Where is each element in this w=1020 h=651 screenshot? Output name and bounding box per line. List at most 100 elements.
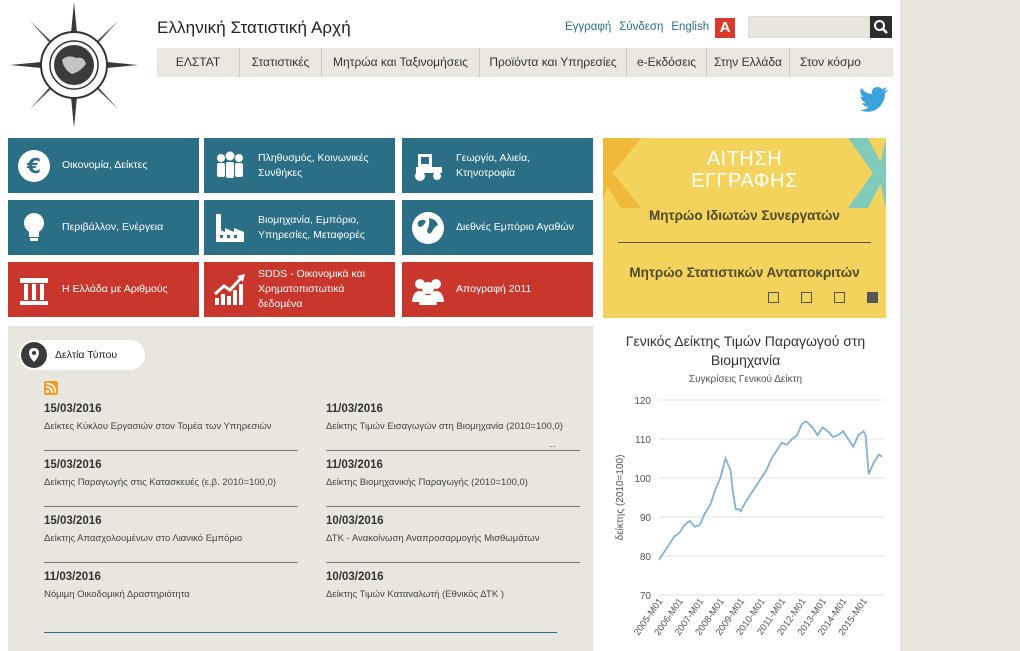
tile-greece-numbers[interactable]: Η Ελλάδα με Αριθμούς [8, 262, 199, 317]
news-title[interactable]: Δείκτης Τιμών Καταναλωτή (Εθνικός ΔΤΚ ) [326, 588, 580, 601]
top-links: Εγγραφή Σύνδεση English [565, 21, 709, 33]
news-title[interactable]: Νόμιμη Οικοδομική Δραστηριότητα [44, 588, 298, 601]
group-icon [408, 270, 448, 310]
news-item[interactable]: 11/03/2016 Δείκτης Βιομηχανικής Παραγωγή… [326, 459, 580, 507]
nav-item-statistics[interactable]: Στατιστικές [239, 48, 321, 77]
search-icon [874, 20, 888, 34]
search-input[interactable] [748, 16, 870, 38]
nav-item-in-greece[interactable]: Στην Ελλάδα [706, 48, 789, 77]
news-date: 10/03/2016 [326, 571, 384, 583]
site-title[interactable]: Ελληνική Στατιστική Αρχή [157, 18, 351, 38]
news-title[interactable]: Δείκτης Τιμών Εισαγωγών στη Βιομηχανία (… [326, 420, 580, 433]
elstat-logo[interactable] [10, 2, 138, 128]
slide-dot-active[interactable] [867, 292, 878, 303]
news-divider [326, 506, 580, 507]
news-divider [44, 562, 298, 563]
news-item[interactable]: 11/03/2016 Νόμιμη Οικοδομική Δραστηριότη… [44, 571, 298, 601]
tractor-icon [408, 146, 448, 186]
y-axis-label: δείκτης (2010=100) [614, 455, 626, 541]
accessibility-button[interactable]: A [715, 18, 735, 38]
slide-dot[interactable] [768, 292, 779, 303]
news-date: 10/03/2016 [326, 515, 384, 527]
nav-item-registers[interactable]: Μητρώα και Ταξινομήσεις [321, 48, 479, 77]
tile-industry[interactable]: Βιομηχανία, Εμπόριο, Υπηρεσίες, Μεταφορέ… [204, 200, 395, 255]
growth-chart-icon [210, 270, 250, 310]
factory-icon [210, 208, 250, 248]
press-releases-panel: Δελτία Τύπου 15/03/2016 Δείκτες Κύκλου Ε… [8, 326, 593, 651]
banner-subtitle-private: Μητρώο Ιδιωτών Συνεργατών [649, 208, 840, 223]
nav-item-products[interactable]: Προϊόντα και Υπηρεσίες [479, 48, 626, 77]
nav-item-e-publications[interactable]: e-Εκδόσεις [626, 48, 706, 77]
news-date: 11/03/2016 [44, 571, 101, 583]
tile-population[interactable]: Πληθυσμός, Κοινωνικές Συνθήκες [204, 138, 395, 193]
news-divider [44, 506, 298, 507]
nav-item-elstat[interactable]: ΕΛΣΤΑΤ [157, 48, 239, 77]
banner-subtitle-respondents: Μητρώο Στατιστικών Ανταποκριτών [629, 265, 860, 280]
tile-label: Η Ελλάδα με Αριθμούς [62, 283, 168, 295]
globe-icon [408, 208, 448, 248]
y-tick-label: 100 [634, 474, 651, 485]
news-date: 15/03/2016 [44, 403, 102, 415]
news-date: 11/03/2016 [326, 459, 383, 471]
news-title[interactable]: ΔΤΚ - Ανακοίνωση Αναπροσαρμογής Μισθωμάτ… [326, 532, 580, 545]
news-title[interactable]: Δείκτες Κύκλου Εργασιών στον Τομέα των Υ… [44, 420, 298, 433]
tile-sdds[interactable]: SDDS - Οικονομικά και Χρηματοπιστωτικά δ… [204, 262, 395, 317]
tile-label: Διεθνές Εμπόριο Αγαθών [456, 221, 574, 233]
news-item[interactable]: 15/03/2016 Δείκτης Παραγωγής στις Κατασκ… [44, 459, 298, 507]
news-date: 15/03/2016 [44, 459, 102, 471]
news-item[interactable]: 10/03/2016 Δείκτης Τιμών Καταναλωτή (Εθν… [326, 571, 580, 601]
registration-banner[interactable]: ΑΙΤΗΣΗ ΕΓΓΡΑΦΗΣ Μητρώο Ιδιωτών Συνεργατώ… [603, 138, 886, 318]
y-tick-label: 70 [640, 591, 652, 602]
nav-item-in-world[interactable]: Στον κόσμο [789, 48, 871, 77]
tile-label: Γεωργία, Αλιεία, Κτηνοτροφία [456, 151, 531, 179]
news-divider [326, 562, 580, 563]
news-title[interactable]: Δείκτης Απασχολουμένων στο Λιανικό Εμπόρ… [44, 532, 298, 545]
register-link[interactable]: Εγγραφή [565, 21, 611, 33]
news-item[interactable]: 10/03/2016 ΔΤΚ - Ανακοίνωση Αναπροσαρμογ… [326, 515, 580, 563]
svg-text:€: € [26, 154, 41, 178]
english-link[interactable]: English [671, 21, 709, 33]
tile-census[interactable]: Απογραφή 2011 [402, 262, 593, 317]
y-tick-label: 110 [635, 435, 651, 446]
page-side-background [900, 0, 1020, 651]
section-divider [44, 632, 557, 633]
banner-title: ΑΙΤΗΣΗ ΕΓΓΡΑΦΗΣ [691, 148, 798, 192]
press-releases-heading: Δελτία Τύπου [55, 349, 118, 361]
news-divider [326, 450, 580, 451]
y-tick-label: 90 [640, 513, 652, 524]
rss-icon[interactable] [44, 381, 58, 395]
news-title[interactable]: Δείκτης Βιομηχανικής Παραγωγής (2010=100… [326, 476, 580, 489]
news-item[interactable]: 15/03/2016 Δείκτης Απασχολουμένων στο Λι… [44, 515, 298, 563]
tile-economy[interactable]: € Οικονομία, Δείκτες [8, 138, 199, 193]
tile-agriculture[interactable]: Γεωργία, Αλιεία, Κτηνοτροφία [402, 138, 593, 193]
search-button[interactable] [870, 16, 892, 38]
tile-label: Πληθυσμός, Κοινωνικές Συνθήκες [258, 151, 369, 179]
banner-pager [768, 292, 878, 303]
news-item[interactable]: 11/03/2016 Δείκτης Τιμών Εισαγωγών στη Β… [326, 403, 580, 451]
tile-environment[interactable]: Περιβάλλον, Ενέργεια [8, 200, 199, 255]
tile-label: Περιβάλλον, Ενέργεια [62, 221, 164, 233]
tile-label: SDDS - Οικονομικά και Χρηματοπιστωτικά δ… [258, 268, 366, 310]
lightbulb-icon [14, 208, 54, 248]
people-icon [210, 146, 250, 186]
news-item[interactable]: 15/03/2016 Δείκτες Κύκλου Εργασιών στον … [44, 403, 298, 451]
twitter-icon[interactable] [860, 86, 890, 112]
news-divider [44, 450, 298, 451]
y-tick-label: 80 [640, 552, 652, 563]
series-line [658, 420, 883, 561]
column-icon [14, 270, 54, 310]
euro-icon: € [14, 146, 54, 186]
slide-dot[interactable] [801, 292, 812, 303]
news-date: 11/03/2016 [326, 403, 383, 415]
main-nav: ΕΛΣΤΑΤ Στατιστικές Μητρώα και Ταξινομήσε… [157, 48, 893, 77]
more-ellipsis: ... [548, 439, 556, 449]
banner-divider [618, 242, 871, 243]
slide-dot[interactable] [834, 292, 845, 303]
news-title[interactable]: Δείκτης Παραγωγής στις Κατασκευές (ε.β. … [44, 476, 298, 489]
tile-label: Οικονομία, Δείκτες [62, 159, 148, 171]
tile-trade[interactable]: Διεθνές Εμπόριο Αγαθών [402, 200, 593, 255]
press-releases-header[interactable]: Δελτία Τύπου [19, 340, 145, 370]
login-link[interactable]: Σύνδεση [619, 21, 663, 33]
tile-label: Βιομηχανία, Εμπόριο, Υπηρεσίες, Μεταφορέ… [258, 213, 365, 241]
news-date: 15/03/2016 [44, 515, 102, 527]
